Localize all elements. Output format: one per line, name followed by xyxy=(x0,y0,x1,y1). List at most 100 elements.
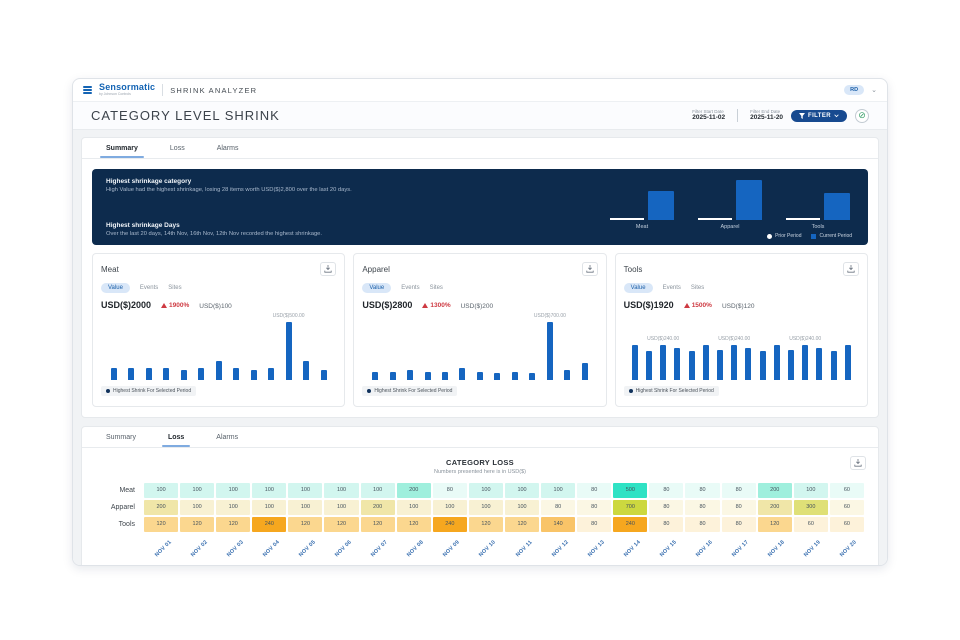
heatmap-cell[interactable]: 120 xyxy=(324,517,358,532)
filter-end-date[interactable]: Filter End Date 2025-11-20 xyxy=(750,109,783,122)
menu-icon[interactable] xyxy=(83,86,92,94)
filter-button[interactable]: FILTER xyxy=(791,110,847,122)
heatmap-cell[interactable]: 100 xyxy=(469,483,503,498)
current-period-bar[interactable] xyxy=(648,191,674,220)
bar[interactable] xyxy=(268,368,274,380)
heatmap-cell[interactable]: 120 xyxy=(505,517,539,532)
heatmap-cell[interactable]: 200 xyxy=(758,500,792,515)
bar[interactable] xyxy=(251,370,257,380)
tab-summary[interactable]: Summary xyxy=(90,138,154,158)
heatmap-cell[interactable]: 120 xyxy=(288,517,322,532)
bar[interactable] xyxy=(816,348,822,380)
bar[interactable] xyxy=(321,370,327,380)
bar[interactable] xyxy=(128,368,134,380)
heatmap-cell[interactable]: 200 xyxy=(397,483,431,498)
heatmap-cell[interactable]: 240 xyxy=(252,517,286,532)
heatmap-cell[interactable]: 100 xyxy=(216,500,250,515)
heatmap-cell[interactable]: 80 xyxy=(685,483,719,498)
bar[interactable] xyxy=(181,370,187,380)
heatmap-cell[interactable]: 200 xyxy=(758,483,792,498)
bar[interactable] xyxy=(477,372,483,380)
heatmap-cell[interactable]: 100 xyxy=(252,483,286,498)
prior-period-bar[interactable] xyxy=(698,218,732,220)
tab-summary[interactable]: Summary xyxy=(90,427,152,447)
heatmap-cell[interactable]: 80 xyxy=(722,500,756,515)
heatmap-cell[interactable]: 80 xyxy=(577,517,611,532)
bar[interactable] xyxy=(146,368,152,380)
bar[interactable] xyxy=(216,361,222,380)
heatmap-cell[interactable]: 100 xyxy=(469,500,503,515)
bar[interactable] xyxy=(632,345,638,380)
heatmap-cell[interactable]: 120 xyxy=(216,517,250,532)
bar[interactable] xyxy=(646,351,652,380)
bar[interactable] xyxy=(582,363,588,380)
heatmap-cell[interactable]: 100 xyxy=(397,500,431,515)
bar[interactable] xyxy=(198,368,204,380)
bar[interactable] xyxy=(163,368,169,380)
heatmap-cell[interactable]: 120 xyxy=(469,517,503,532)
bar[interactable] xyxy=(372,372,378,380)
filter-start-date[interactable]: Filter Start Date 2025-11-02 xyxy=(692,109,725,122)
heatmap-cell[interactable]: 100 xyxy=(180,500,214,515)
current-period-bar[interactable] xyxy=(824,193,850,220)
heatmap-cell[interactable]: 100 xyxy=(505,500,539,515)
bar[interactable] xyxy=(703,345,709,380)
download-icon[interactable] xyxy=(320,262,336,276)
bar[interactable] xyxy=(407,370,413,380)
card-tab-events[interactable]: Events xyxy=(140,285,158,291)
heatmap-cell[interactable]: 80 xyxy=(577,500,611,515)
bar[interactable] xyxy=(802,345,808,380)
bar[interactable] xyxy=(788,350,794,380)
tab-loss[interactable]: Loss xyxy=(152,427,200,447)
prior-period-bar[interactable] xyxy=(786,218,820,220)
bar[interactable] xyxy=(774,345,780,380)
bar[interactable] xyxy=(512,372,518,380)
heatmap-cell[interactable]: 60 xyxy=(794,517,828,532)
heatmap-cell[interactable]: 100 xyxy=(288,500,322,515)
heatmap-cell[interactable]: 120 xyxy=(144,517,178,532)
heatmap-cell[interactable]: 100 xyxy=(252,500,286,515)
heatmap-cell[interactable]: 80 xyxy=(649,483,683,498)
card-tab-events[interactable]: Events xyxy=(401,285,419,291)
heatmap-cell[interactable]: 300 xyxy=(794,500,828,515)
heatmap-cell[interactable]: 100 xyxy=(324,500,358,515)
heatmap-cell[interactable]: 200 xyxy=(361,500,395,515)
heatmap-cell[interactable]: 120 xyxy=(180,517,214,532)
tab-alarms[interactable]: Alarms xyxy=(201,138,255,158)
bar[interactable] xyxy=(233,368,239,380)
bar[interactable] xyxy=(529,373,535,380)
heatmap-cell[interactable]: 700 xyxy=(613,500,647,515)
heatmap-cell[interactable]: 240 xyxy=(433,517,467,532)
bar[interactable] xyxy=(442,372,448,380)
heatmap-cell[interactable]: 80 xyxy=(541,500,575,515)
user-avatar-badge[interactable]: RD xyxy=(844,85,864,95)
heatmap-cell[interactable]: 80 xyxy=(685,500,719,515)
card-tab-value[interactable]: Value xyxy=(101,283,130,293)
heatmap-cell[interactable]: 100 xyxy=(433,500,467,515)
heatmap-cell[interactable]: 100 xyxy=(361,483,395,498)
heatmap-cell[interactable]: 120 xyxy=(397,517,431,532)
heatmap-cell[interactable]: 80 xyxy=(722,517,756,532)
bar[interactable] xyxy=(760,351,766,380)
heatmap-cell[interactable]: 200 xyxy=(144,500,178,515)
bar[interactable] xyxy=(303,361,309,380)
heatmap-cell[interactable]: 60 xyxy=(830,500,864,515)
download-icon[interactable] xyxy=(582,262,598,276)
heatmap-cell[interactable]: 100 xyxy=(505,483,539,498)
heatmap-cell[interactable]: 80 xyxy=(433,483,467,498)
current-period-bar[interactable] xyxy=(736,180,762,220)
bar[interactable] xyxy=(459,368,465,380)
heatmap-cell[interactable]: 80 xyxy=(685,517,719,532)
download-icon[interactable] xyxy=(843,262,859,276)
clear-filter-icon[interactable]: ⊘ xyxy=(855,109,869,123)
bar[interactable] xyxy=(547,322,553,380)
heatmap-cell[interactable]: 100 xyxy=(288,483,322,498)
bar[interactable] xyxy=(660,345,666,380)
heatmap-cell[interactable]: 100 xyxy=(794,483,828,498)
tab-loss[interactable]: Loss xyxy=(154,138,201,158)
bar[interactable] xyxy=(831,351,837,380)
bar[interactable] xyxy=(111,368,117,380)
bar[interactable] xyxy=(717,350,723,380)
bar[interactable] xyxy=(494,373,500,380)
bar[interactable] xyxy=(674,348,680,380)
